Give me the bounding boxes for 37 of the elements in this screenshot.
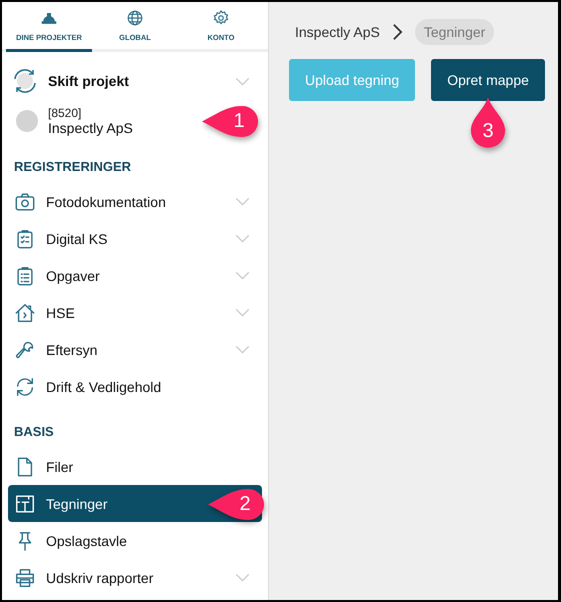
section-heading: BASIS bbox=[13, 423, 55, 441]
chevron-down-icon[interactable] bbox=[235, 234, 250, 243]
menu-item[interactable]: Opslagstavle bbox=[2, 522, 268, 559]
project-avatar bbox=[16, 110, 38, 132]
callout-badge: 2 bbox=[208, 488, 266, 520]
project-switch-label[interactable]: Skift projekt bbox=[48, 73, 225, 89]
chevron-down-icon[interactable] bbox=[235, 308, 250, 317]
menu-item[interactable]: Udskriv rapporter bbox=[2, 559, 268, 596]
menu-item[interactable]: Digital KS bbox=[2, 220, 268, 257]
menu-item[interactable]: Eftersyn bbox=[2, 331, 268, 368]
menu-item[interactable]: Filer bbox=[2, 448, 268, 485]
menu-item[interactable]: HSE bbox=[2, 294, 268, 331]
section-heading: REGISTRERINGER bbox=[13, 158, 132, 176]
camera-icon bbox=[14, 190, 36, 212]
callout-badge: 1 bbox=[202, 105, 260, 138]
menu-item[interactable]: Tegninger 2 bbox=[8, 485, 262, 522]
printer-icon bbox=[14, 566, 36, 588]
breadcrumb-item[interactable]: Inspectly ApS bbox=[295, 24, 380, 40]
globe-icon bbox=[126, 9, 144, 27]
chevron-down-icon[interactable] bbox=[235, 271, 250, 280]
chevron-down-icon[interactable] bbox=[235, 573, 250, 582]
chevron-down-icon[interactable] bbox=[235, 76, 250, 86]
project-switch-icon bbox=[12, 68, 38, 94]
action-button[interactable]: Opret mappe bbox=[431, 59, 545, 101]
house-icon bbox=[14, 302, 36, 324]
sync-icon bbox=[14, 376, 36, 398]
project-name: Inspectly ApS bbox=[48, 120, 133, 136]
menu-item[interactable]: Drift & Vedligehold bbox=[2, 368, 268, 405]
callout-badge: 3 bbox=[469, 97, 508, 149]
project-number: [8520] bbox=[48, 106, 82, 120]
menu-item[interactable]: Opgaver bbox=[2, 257, 268, 294]
chevron-down-icon[interactable] bbox=[235, 197, 250, 206]
chevron-down-icon[interactable] bbox=[235, 345, 250, 354]
floorplan-icon bbox=[14, 492, 36, 514]
chevron-right-icon bbox=[392, 23, 403, 41]
settings-icon bbox=[212, 9, 230, 27]
menu-item[interactable]: Fotodokumentation bbox=[2, 183, 268, 220]
